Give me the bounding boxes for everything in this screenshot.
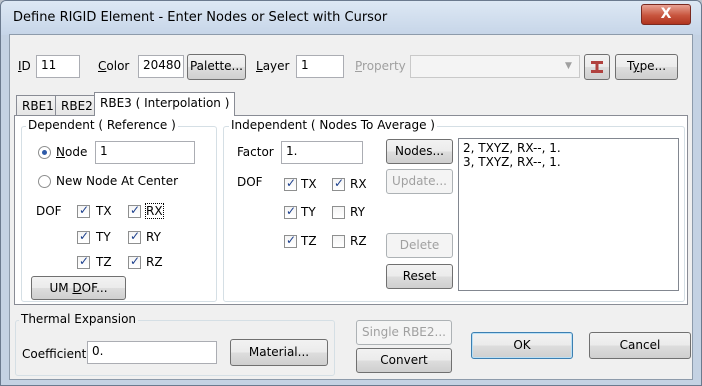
independent-group-title: Independent ( Nodes To Average ) [229, 118, 437, 132]
dep-rz-label: RZ [146, 255, 163, 269]
ok-button[interactable]: OK [471, 332, 573, 359]
independent-nodes-list[interactable]: 2, TXYZ, RX--, 1. 3, TXYZ, RX--, 1. [458, 138, 679, 291]
dep-tx-label: TX [96, 204, 112, 218]
dep-tz-checkbox[interactable] [77, 254, 90, 269]
id-field[interactable]: 11 [36, 55, 80, 78]
nodes-button[interactable]: Nodes... [386, 139, 453, 164]
dep-tx-checkbox[interactable] [77, 203, 90, 218]
close-button[interactable]: X [641, 4, 691, 25]
delete-button[interactable]: Delete [386, 233, 453, 258]
color-label: Color [98, 59, 130, 73]
ind-ty-checkbox[interactable] [284, 204, 297, 219]
dep-rx-label: RX [145, 203, 164, 219]
material-button[interactable]: Material... [230, 339, 328, 366]
ind-tz-label: TZ [301, 234, 317, 248]
property-pick-button[interactable] [584, 54, 610, 80]
ind-ry-label: RY [350, 205, 365, 219]
ind-rz-label: RZ [350, 234, 367, 248]
palette-button[interactable]: Palette... [187, 54, 246, 80]
chevron-down-icon[interactable]: ▼ [558, 56, 579, 77]
factor-field[interactable]: 1. [281, 141, 363, 164]
convert-button[interactable]: Convert [356, 348, 452, 373]
independent-dof-label: DOF [237, 175, 263, 189]
ind-rz-checkbox[interactable] [332, 235, 345, 248]
dep-ry-checkbox[interactable] [128, 229, 141, 244]
property-label: Property [355, 59, 406, 73]
list-item[interactable]: 2, TXYZ, RX--, 1. [463, 141, 674, 155]
update-button[interactable]: Update... [386, 169, 453, 194]
ind-ty-label: TY [301, 205, 316, 219]
dialog-client: ID 11 Color 20480 Palette... Layer 1 Pro… [9, 34, 693, 380]
window-title: Define RIGID Element - Enter Nodes or Se… [13, 10, 388, 25]
tab-rbe1[interactable]: RBE1 [16, 95, 60, 116]
um-dof-button[interactable]: UM DOF... [31, 276, 126, 300]
close-icon: X [660, 6, 672, 22]
node-radio[interactable] [38, 146, 51, 159]
single-rbe2-button[interactable]: Single RBE2... [356, 320, 452, 345]
new-node-radio[interactable] [38, 175, 51, 188]
ind-rx-checkbox[interactable] [332, 176, 345, 191]
coefficient-label: Coefficient [22, 347, 87, 361]
cancel-button[interactable]: Cancel [589, 332, 691, 359]
reset-button[interactable]: Reset [386, 264, 453, 289]
dep-rx-checkbox[interactable] [128, 203, 141, 218]
i-beam-icon [591, 61, 603, 73]
dependent-node-field[interactable]: 1 [95, 141, 195, 164]
dependent-dof-label: DOF [36, 204, 62, 218]
type-button[interactable]: Type... [615, 54, 678, 80]
layer-field[interactable]: 1 [296, 55, 344, 78]
ind-tx-label: TX [301, 177, 317, 191]
color-field[interactable]: 20480 [138, 55, 184, 78]
ind-tx-checkbox[interactable] [284, 176, 297, 191]
thermal-group-title: Thermal Expansion [19, 312, 139, 326]
tab-panel: Dependent ( Reference ) Node 1 New Node … [14, 115, 688, 305]
ind-rx-label: RX [350, 177, 367, 191]
dependent-group-title: Dependent ( Reference ) [26, 118, 178, 132]
factor-label: Factor [237, 145, 274, 159]
dep-ty-checkbox[interactable] [77, 229, 90, 244]
dialog-window: Define RIGID Element - Enter Nodes or Se… [0, 0, 702, 386]
node-radio-label: Node [56, 145, 88, 159]
tab-rbe2[interactable]: RBE2 [55, 95, 99, 116]
dep-tz-label: TZ [96, 255, 112, 269]
new-node-label: New Node At Center [56, 174, 179, 188]
ind-tz-checkbox[interactable] [284, 233, 297, 248]
dep-ry-label: RY [146, 230, 161, 244]
dep-ty-label: TY [96, 230, 111, 244]
coefficient-field[interactable]: 0. [87, 341, 217, 364]
tab-rbe3[interactable]: RBE3 ( Interpolation ) [94, 92, 236, 116]
list-item[interactable]: 3, TXYZ, RX--, 1. [463, 155, 674, 169]
id-label: ID [18, 59, 31, 73]
ind-ry-checkbox[interactable] [332, 206, 345, 219]
title-bar[interactable]: Define RIGID Element - Enter Nodes or Se… [1, 1, 701, 35]
property-select[interactable] [410, 55, 580, 78]
layer-label: Layer [256, 59, 290, 73]
dep-rz-checkbox[interactable] [128, 254, 141, 269]
